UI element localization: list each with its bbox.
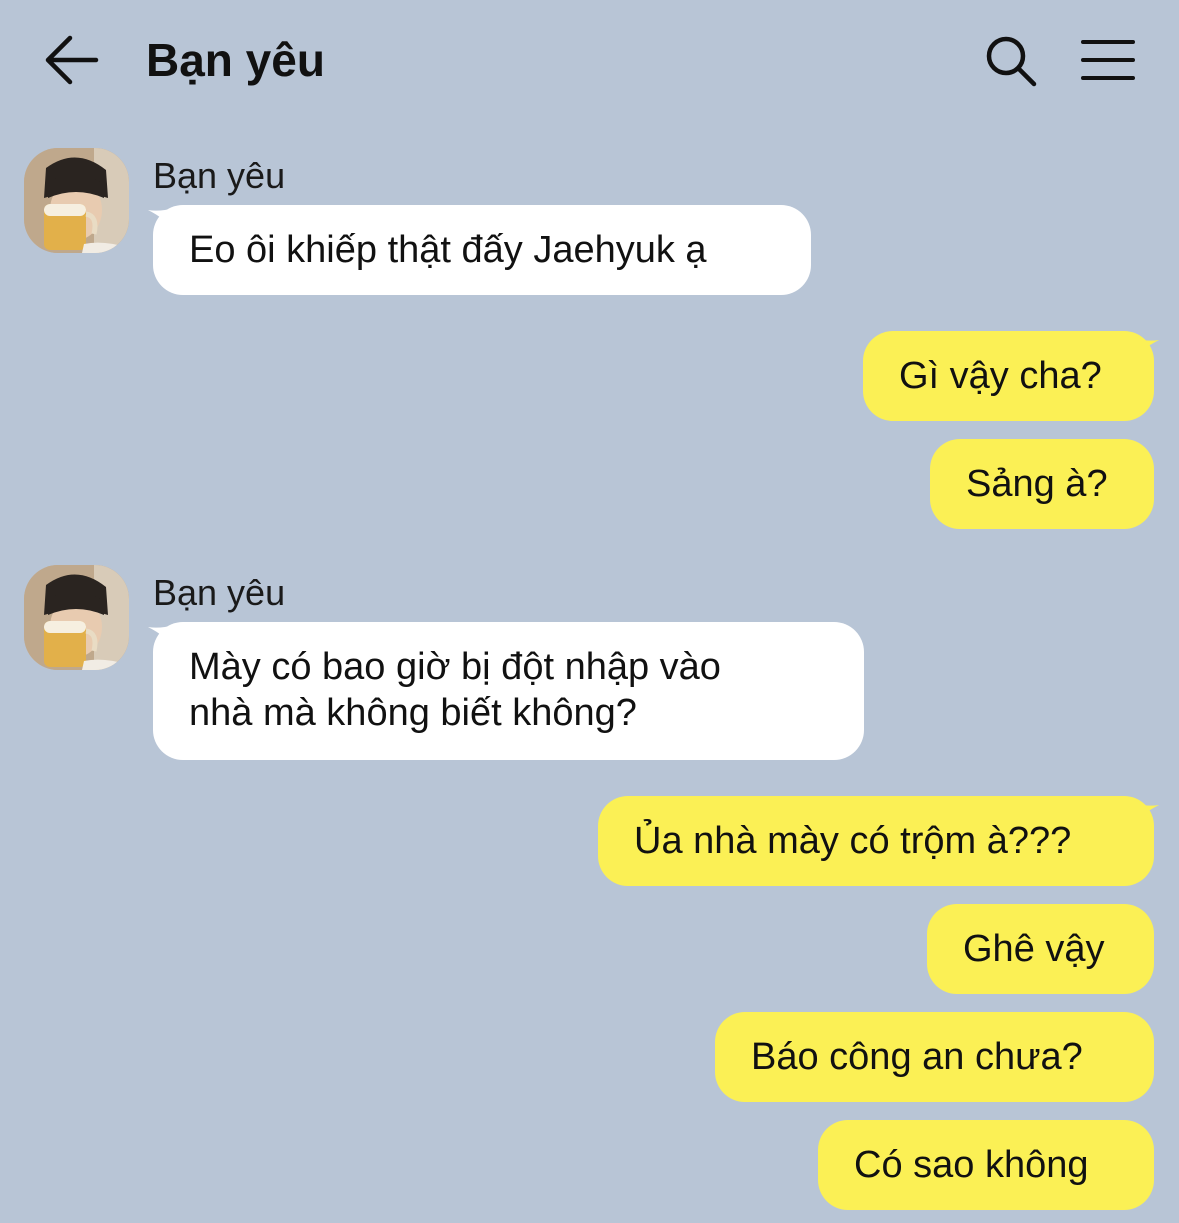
avatar[interactable] (24, 148, 129, 253)
message-text: Ủa nhà mày có trộm à??? (634, 820, 1072, 862)
message-text: Sảng à? (966, 463, 1108, 505)
incoming-message-bubble[interactable]: Eo ôi khiếp thật đấy Jaehyuk ạ (153, 205, 811, 295)
arrow-left-icon (45, 35, 99, 85)
avatar-photo-icon (24, 148, 129, 253)
search-icon (986, 36, 1037, 87)
outgoing-message-bubble[interactable]: Ghê vậy (927, 904, 1154, 994)
avatar-photo-icon (24, 565, 129, 670)
message-text: Có sao không (854, 1144, 1089, 1186)
avatar[interactable] (24, 565, 129, 670)
message-text: Gì vậy cha? (899, 355, 1102, 397)
incoming-message-bubble[interactable]: Mày có bao giờ bị đột nhập vào nhà mà kh… (153, 622, 864, 760)
message-text: Ghê vậy (963, 928, 1105, 970)
back-button[interactable] (42, 30, 102, 90)
outgoing-message-bubble[interactable]: Gì vậy cha? (863, 331, 1154, 421)
sender-name: Bạn yêu (153, 155, 286, 196)
message-text: Eo ôi khiếp thật đấy Jaehyuk ạ (189, 229, 707, 271)
message-text-line: nhà mà không biết không? (189, 692, 637, 734)
outgoing-message-bubble[interactable]: Báo công an chưa? (715, 1012, 1154, 1102)
message-text-line: Mày có bao giờ bị đột nhập vào (189, 646, 721, 688)
outgoing-message-bubble[interactable]: Có sao không (818, 1120, 1154, 1210)
chat-header: Bạn yêu (0, 0, 1179, 120)
outgoing-message-bubble[interactable]: Sảng à? (930, 439, 1154, 529)
message-text: Báo công an chưa? (751, 1036, 1083, 1078)
hamburger-menu-icon (1081, 40, 1135, 80)
sender-name: Bạn yêu (153, 572, 286, 613)
menu-button[interactable] (1080, 36, 1136, 84)
search-button[interactable] (982, 32, 1040, 90)
outgoing-message-bubble[interactable]: Ủa nhà mày có trộm à??? (598, 796, 1154, 886)
chat-title: Bạn yêu (146, 34, 325, 86)
